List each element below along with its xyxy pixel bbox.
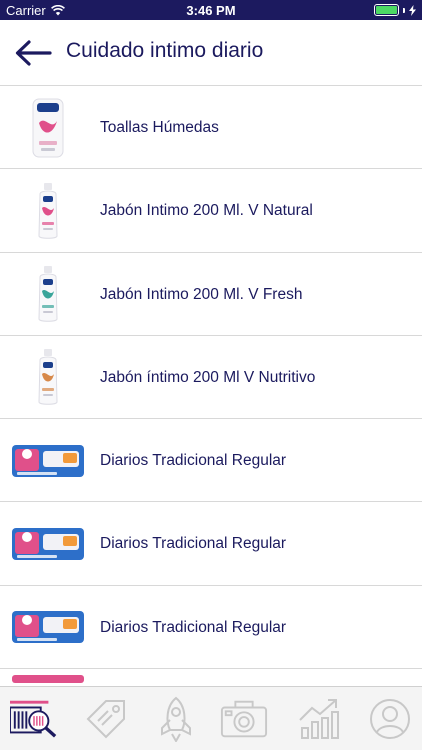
product-row-partial[interactable] (0, 669, 422, 686)
status-right (374, 4, 416, 16)
status-bar: Carrier 3:46 PM (0, 0, 422, 20)
product-name: Diarios Tradicional Regular (100, 535, 287, 553)
product-image (6, 423, 90, 498)
tab-camera[interactable] (220, 695, 268, 743)
price-tag-icon (86, 700, 125, 739)
tab-user-profile[interactable] (366, 695, 414, 743)
product-name: Jabón íntimo 200 Ml V Nutritivo (100, 368, 316, 386)
page-title: Cuidado intimo diario (66, 39, 264, 62)
growth-chart-icon (299, 699, 339, 739)
product-row[interactable]: Diarios Tradicional Regular (0, 419, 422, 503)
product-row[interactable]: Jabón Intimo 200 Ml. V Fresh (0, 253, 422, 336)
back-button[interactable] (14, 38, 52, 68)
product-image (6, 90, 90, 165)
product-name: Diarios Tradicional Regular (100, 452, 287, 470)
product-row[interactable]: Diarios Tradicional Regular (0, 502, 422, 586)
rocket-icon (161, 696, 191, 742)
product-name: Diarios Tradicional Regular (100, 618, 287, 636)
nav-header: Cuidado intimo diario (0, 20, 422, 86)
product-image (6, 506, 90, 581)
charging-bolt-icon (409, 4, 416, 16)
product-image (6, 590, 90, 665)
tab-bar (0, 686, 422, 750)
status-time: 3:46 PM (186, 3, 236, 18)
product-row[interactable]: Toallas Húmedas (0, 86, 422, 170)
tab-price-tag[interactable] (82, 695, 130, 743)
camera-icon (220, 700, 268, 738)
product-row[interactable]: Diarios Tradicional Regular (0, 586, 422, 670)
battery-cap (403, 7, 405, 13)
product-image (6, 340, 90, 415)
barcode-search-icon (10, 700, 57, 738)
arrow-left-icon (15, 40, 52, 66)
tab-barcode-search[interactable] (10, 695, 58, 743)
battery-level (376, 6, 397, 14)
product-image (6, 673, 90, 686)
product-name: Toallas Húmedas (100, 119, 219, 136)
product-name: Jabón Intimo 200 Ml. V Fresh (100, 285, 303, 303)
tab-growth-chart[interactable] (296, 695, 344, 743)
product-image (6, 173, 90, 248)
product-image (6, 257, 90, 332)
product-name: Jabón Intimo 200 Ml. V Natural (100, 202, 313, 220)
battery-icon (374, 4, 399, 16)
product-row[interactable]: Jabón Intimo 200 Ml. V Natural (0, 169, 422, 253)
product-list[interactable]: Toallas Húmedas Jabón Intimo 200 Ml. V Na… (0, 86, 422, 686)
tab-rocket[interactable] (152, 695, 200, 743)
product-row[interactable]: Jabón íntimo 200 Ml V Nutritivo (0, 336, 422, 420)
user-profile-icon (370, 699, 410, 739)
